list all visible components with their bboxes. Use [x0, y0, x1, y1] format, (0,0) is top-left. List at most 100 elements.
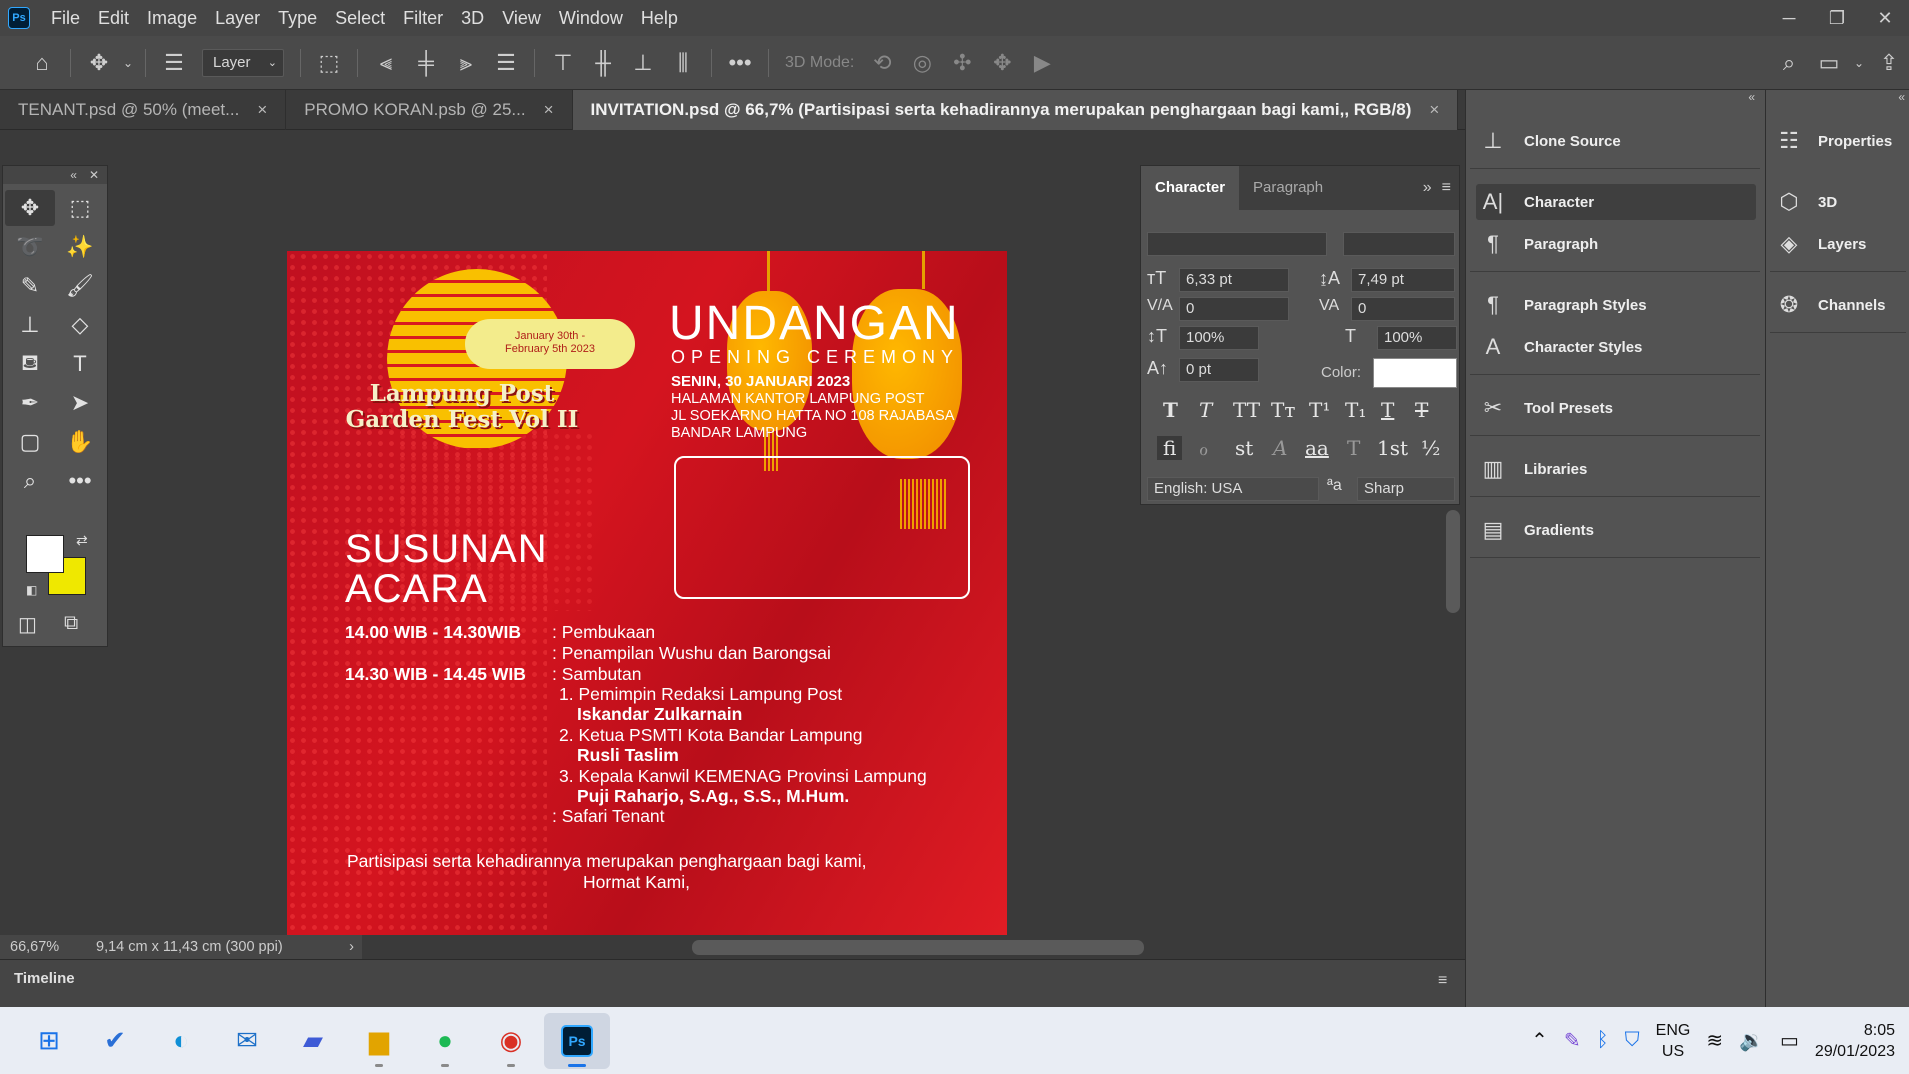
default-colors-icon[interactable]: ◧ — [26, 583, 37, 597]
chrome-browser-icon[interactable]: ◉ — [478, 1013, 544, 1069]
file-explorer-icon[interactable]: ▆ — [346, 1013, 412, 1069]
superscript-button[interactable]: T¹ — [1309, 398, 1330, 422]
spotify-icon[interactable]: ● — [412, 1013, 478, 1069]
tracking-field[interactable]: 0 — [1351, 297, 1455, 321]
eraser-tool-icon[interactable]: ◇ — [55, 307, 105, 343]
superior-button[interactable]: 1st — [1377, 436, 1408, 460]
close-icon[interactable]: × — [544, 100, 554, 120]
photoshop-taskbar-icon[interactable]: Ps — [544, 1012, 610, 1069]
anti-alias-dropdown[interactable]: Sharp — [1357, 477, 1455, 501]
move-tool-icon[interactable]: ✥ — [5, 190, 55, 226]
stamp-tool-icon[interactable]: ⊥ — [5, 307, 55, 343]
panel-properties[interactable]: ☷ Properties — [1774, 123, 1892, 159]
panel-character[interactable]: A| Character — [1476, 184, 1756, 220]
path-selection-icon[interactable]: ➤ — [55, 385, 105, 421]
eyedropper-icon[interactable]: ✎ — [5, 268, 55, 304]
hand-tool-icon[interactable]: ✋ — [55, 424, 105, 460]
subscript-button[interactable]: T₁ — [1345, 398, 1366, 422]
move-tool-icon[interactable]: ✥ — [79, 43, 119, 83]
menu-window[interactable]: Window — [550, 0, 632, 36]
vertical-scroll-thumb[interactable] — [1446, 510, 1460, 613]
kerning-field[interactable]: 0 — [1179, 297, 1289, 321]
panel-3d[interactable]: ⬡ 3D — [1774, 184, 1837, 220]
fractions-button[interactable]: ½ — [1421, 436, 1440, 460]
align-bottom-icon[interactable]: ⊥ — [623, 43, 663, 83]
menu-layer[interactable]: Layer — [206, 0, 269, 36]
transform-controls-icon[interactable]: ⬚ — [309, 43, 349, 83]
clock[interactable]: 8:05 29/01/2023 — [1815, 1020, 1895, 1062]
collapse-icon[interactable]: « — [70, 168, 77, 182]
collapse-icon[interactable]: « — [1748, 90, 1755, 104]
close-icon[interactable]: × — [1429, 100, 1439, 120]
auto-select-icon[interactable]: ☰ — [154, 43, 194, 83]
more-options-icon[interactable]: ••• — [720, 43, 760, 83]
alternate-ligatures-button[interactable]: ℴ — [1199, 436, 1208, 460]
pen-icon[interactable]: ✎ — [1564, 1028, 1581, 1053]
tab-paragraph[interactable]: Paragraph — [1239, 166, 1337, 210]
tab-promo-koran[interactable]: PROMO KORAN.psb @ 25... × — [286, 90, 573, 130]
faux-bold-button[interactable]: T — [1163, 398, 1178, 422]
shape-tool-icon[interactable]: ▢ — [5, 424, 55, 460]
language-indicator[interactable]: ENG US — [1656, 1020, 1691, 1062]
font-family-dropdown[interactable] — [1147, 232, 1327, 256]
document-canvas[interactable]: January 30th - February 5th 2023 Lampung … — [287, 251, 1007, 935]
zoom-tool-icon[interactable]: ⌕ — [5, 463, 55, 499]
brush-tool-icon[interactable]: 🖌 — [55, 268, 105, 304]
strikethrough-button[interactable]: T — [1415, 398, 1428, 422]
tab-tenant[interactable]: TENANT.psd @ 50% (meet... × — [0, 90, 287, 130]
foreground-color-swatch[interactable] — [26, 535, 64, 573]
mail-app-icon[interactable]: ✉ — [214, 1013, 280, 1069]
swash-button[interactable]: A — [1273, 436, 1287, 460]
wifi-icon[interactable]: ≋ — [1706, 1028, 1723, 1053]
align-center-icon[interactable]: ╪ — [406, 43, 446, 83]
bluetooth-icon[interactable]: ᛒ — [1597, 1029, 1609, 1052]
font-size-field[interactable]: 6,33 pt — [1179, 268, 1289, 292]
menu-edit[interactable]: Edit — [89, 0, 138, 36]
menu-file[interactable]: File — [42, 0, 89, 36]
swap-colors-icon[interactable]: ⇄ — [76, 532, 88, 549]
stylistic-alternates-button[interactable]: st — [1235, 436, 1253, 460]
distribute-icon[interactable]: ☰ — [486, 43, 526, 83]
vpn-app-icon[interactable]: ▰ — [280, 1013, 346, 1069]
close-icon[interactable]: ✕ — [89, 168, 99, 182]
volume-icon[interactable]: 🔉 — [1739, 1028, 1764, 1053]
menu-help[interactable]: Help — [632, 0, 687, 36]
panel-menu-icon[interactable]: ≡ — [1438, 972, 1447, 990]
titling-alternates-button[interactable]: aa — [1305, 436, 1329, 460]
minimize-icon[interactable]: ─ — [1765, 8, 1813, 29]
align-top-icon[interactable]: ⊤ — [543, 43, 583, 83]
align-left-icon[interactable]: ⫷ — [366, 43, 406, 83]
menu-filter[interactable]: Filter — [394, 0, 452, 36]
text-color-swatch[interactable] — [1373, 358, 1457, 388]
align-middle-icon[interactable]: ╫ — [583, 43, 623, 83]
panel-character-styles[interactable]: A Character Styles — [1478, 329, 1643, 365]
magic-wand-icon[interactable]: ✨ — [55, 229, 105, 265]
chevron-down-icon[interactable]: ⌄ — [119, 43, 137, 83]
zoom-level[interactable]: 66,67% — [0, 939, 96, 955]
auto-select-dropdown[interactable]: Layer ⌄ — [202, 48, 284, 77]
faux-italic-button[interactable]: T — [1199, 398, 1212, 422]
panel-tool-presets[interactable]: ✂ Tool Presets — [1478, 390, 1613, 426]
panel-paragraph-styles[interactable]: ¶ Paragraph Styles — [1478, 287, 1646, 323]
screen-mode-icon[interactable]: ⧉ — [64, 612, 78, 635]
menu-view[interactable]: View — [493, 0, 550, 36]
all-caps-button[interactable]: TT — [1233, 398, 1260, 422]
baseline-shift-field[interactable]: 0 pt — [1179, 358, 1259, 382]
start-button[interactable]: ⊞ — [16, 1013, 82, 1069]
chevron-right-icon[interactable]: › — [349, 939, 362, 955]
language-dropdown[interactable]: English: USA — [1147, 477, 1319, 501]
small-caps-button[interactable]: Tт — [1271, 398, 1295, 422]
panel-menu-icon[interactable]: ≡ — [1442, 179, 1459, 197]
menu-3d[interactable]: 3D — [452, 0, 493, 36]
panel-layers[interactable]: ◈ Layers — [1774, 226, 1867, 262]
security-shield-icon[interactable]: ⛉ — [1625, 1029, 1640, 1052]
leading-field[interactable]: 7,49 pt — [1351, 268, 1455, 292]
quick-mask-icon[interactable]: ◫ — [18, 612, 37, 637]
horizontal-scale-field[interactable]: 100% — [1377, 326, 1457, 350]
restore-icon[interactable]: ❐ — [1813, 8, 1861, 29]
type-tool-icon[interactable]: T — [55, 346, 105, 382]
underline-button[interactable]: T — [1381, 398, 1394, 422]
ligatures-button[interactable]: fi — [1157, 436, 1183, 460]
pen-tool-icon[interactable]: ✒ — [5, 385, 55, 421]
panel-libraries[interactable]: ▥ Libraries — [1478, 451, 1588, 487]
